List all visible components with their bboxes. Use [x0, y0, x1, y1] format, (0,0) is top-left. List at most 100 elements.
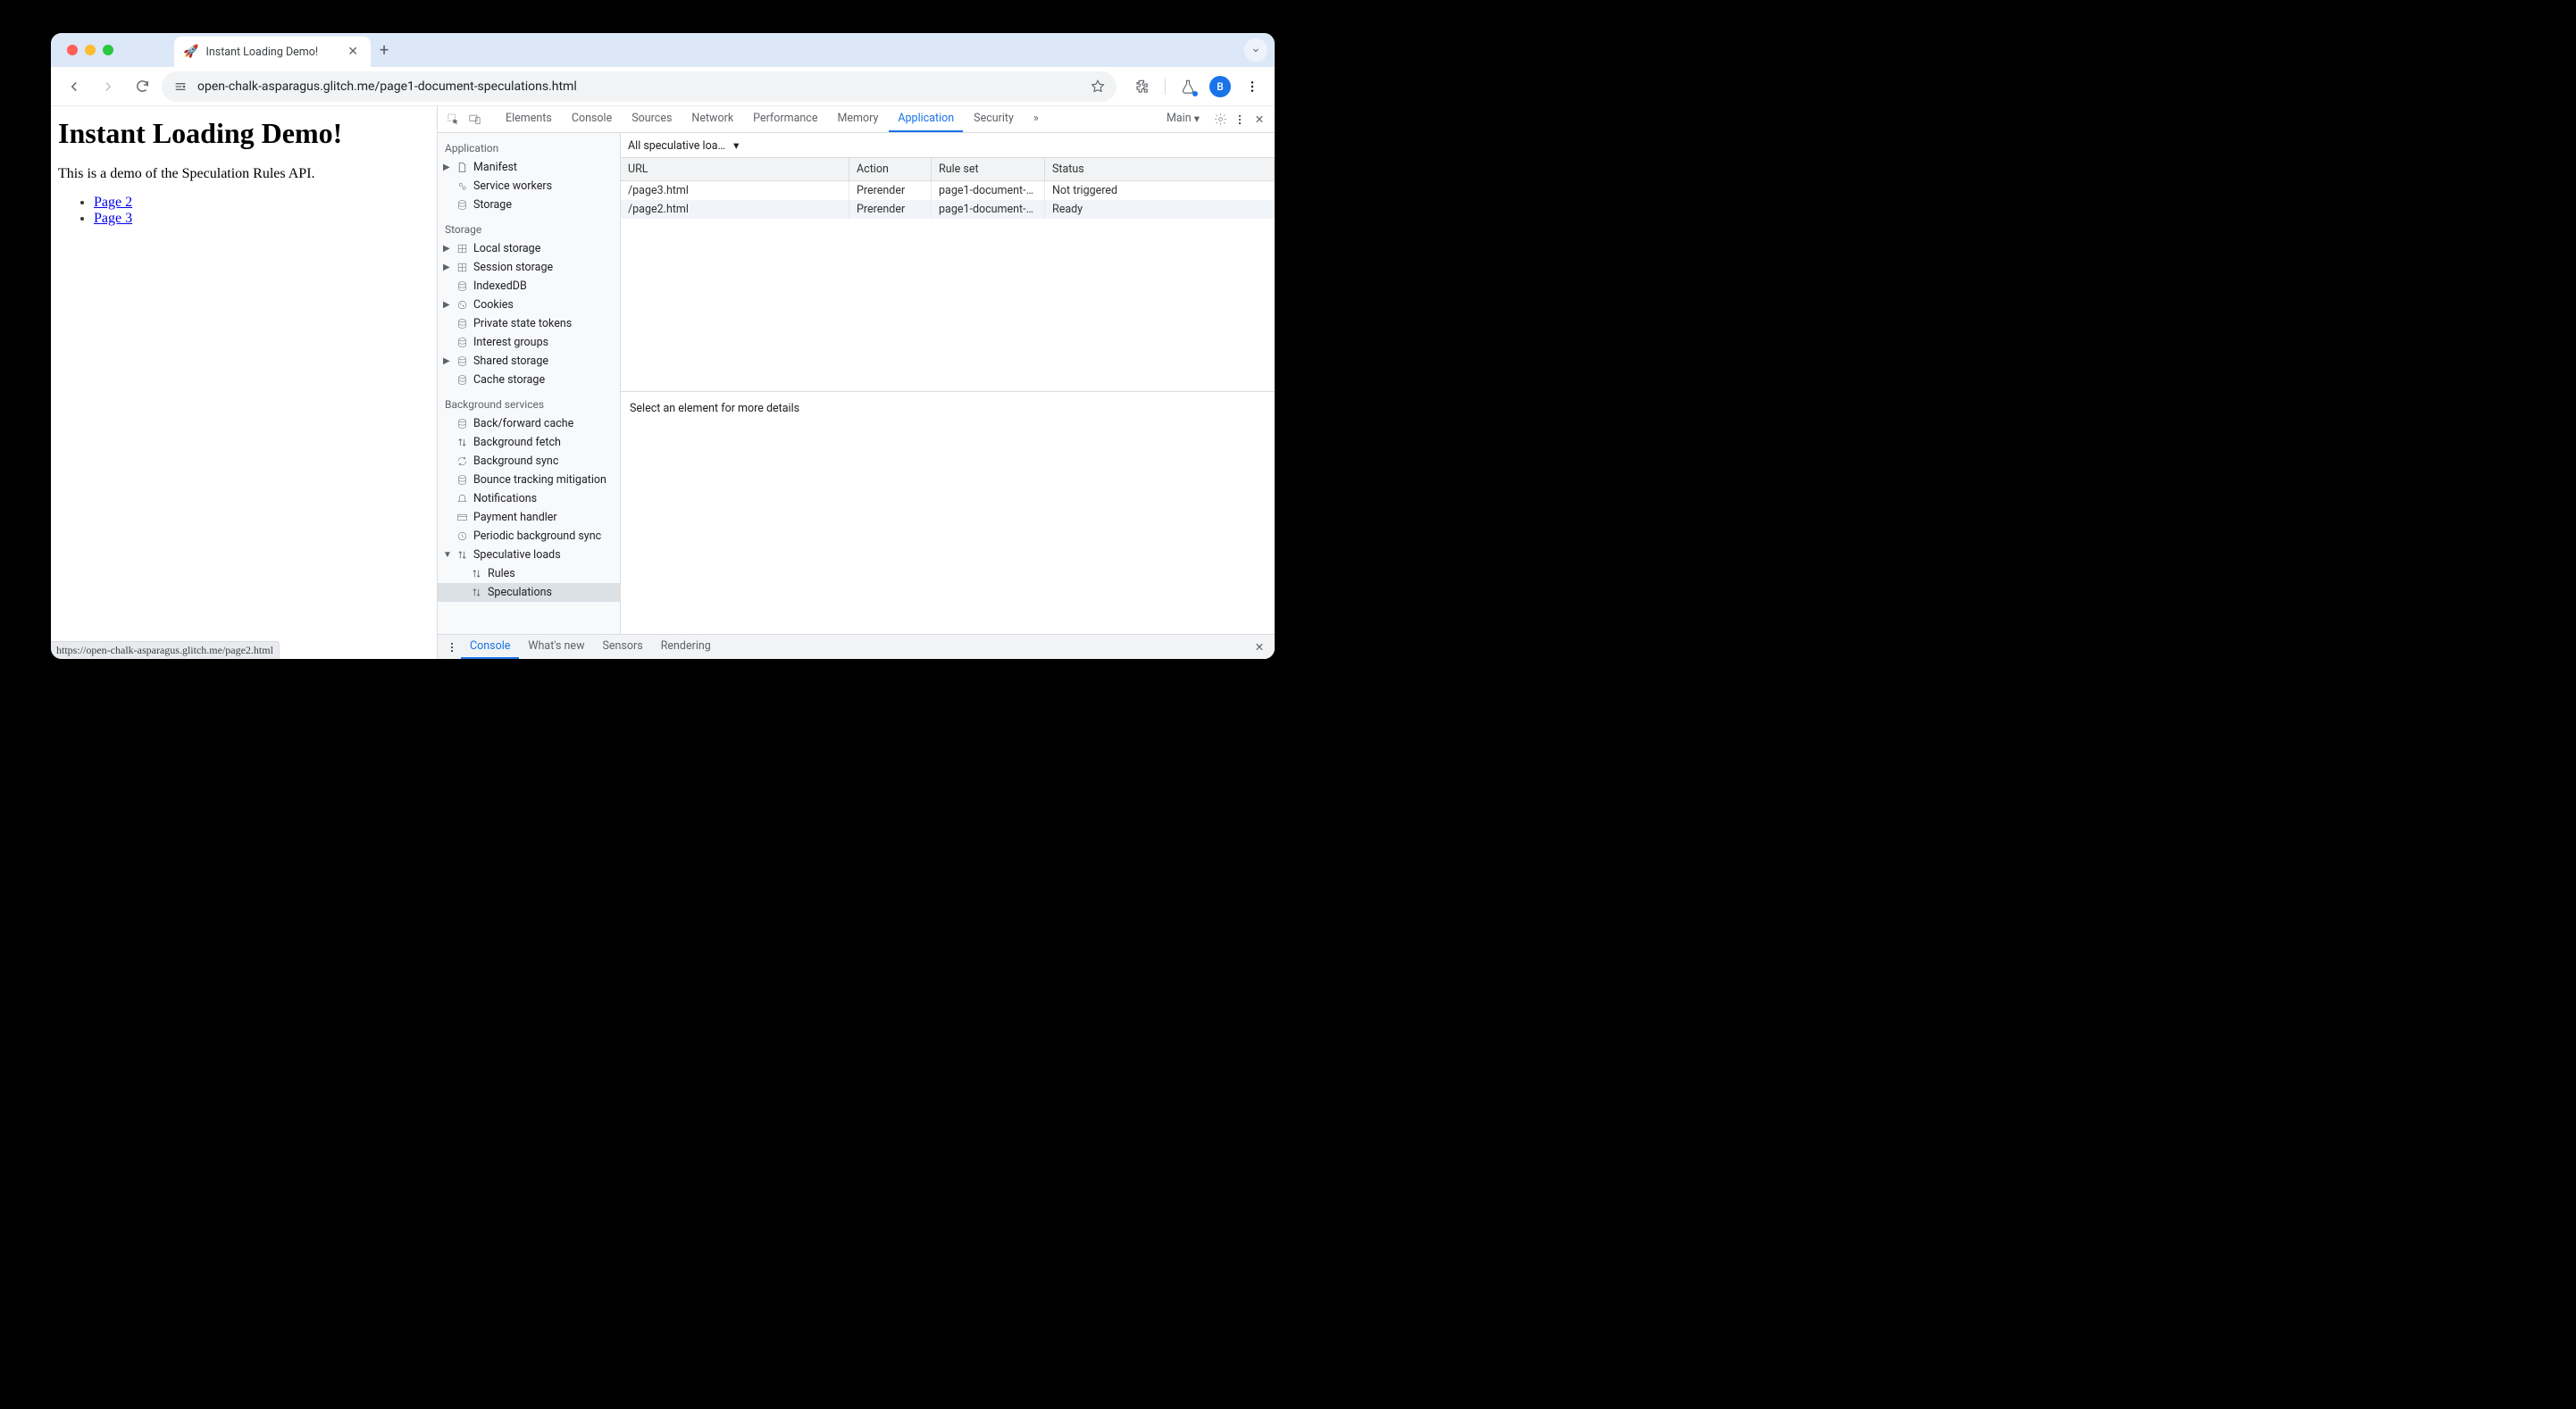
sidebar-item-label: Rules — [488, 567, 515, 580]
sidebar-item[interactable]: ▶Manifest — [438, 158, 620, 177]
page-link[interactable]: Page 3 — [94, 211, 132, 226]
devtools-tab-security[interactable]: Security — [965, 106, 1023, 132]
file-icon — [456, 162, 468, 173]
chevron-down-icon — [1250, 45, 1261, 55]
sidebar-item[interactable]: Storage — [438, 196, 620, 214]
devtools-tab-more[interactable]: » — [1025, 106, 1048, 132]
drawer-tab-whatsnew[interactable]: What's new — [519, 635, 593, 659]
page-link[interactable]: Page 2 — [94, 195, 132, 210]
sidebar-section-header: Application — [438, 138, 620, 158]
arrows-icon — [456, 437, 468, 448]
sidebar-item-label: Interest groups — [473, 336, 548, 349]
db-icon — [456, 337, 468, 348]
table-row[interactable]: /page2.html Prerender page1-document-… R… — [621, 200, 1275, 219]
site-info-icon[interactable] — [172, 79, 188, 95]
cell-ruleset: page1-document-… — [932, 200, 1045, 219]
content-row: Instant Loading Demo! This is a demo of … — [51, 106, 1275, 659]
sidebar-item[interactable]: Background sync — [438, 452, 620, 471]
sidebar-item-label: Notifications — [473, 492, 537, 505]
sidebar-item[interactable]: Private state tokens — [438, 314, 620, 333]
page-heading: Instant Loading Demo! — [58, 117, 430, 150]
forward-button[interactable] — [94, 72, 122, 101]
menu-button[interactable] — [1239, 73, 1266, 100]
db-icon — [456, 318, 468, 329]
sidebar-item[interactable]: ▼Speculative loads — [438, 546, 620, 564]
bell-icon — [456, 493, 468, 504]
drawer-tab-console[interactable]: Console — [461, 635, 519, 659]
drawer-close-button[interactable]: ✕ — [1250, 634, 1269, 660]
sidebar-item[interactable]: Back/forward cache — [438, 414, 620, 433]
close-window-button[interactable] — [67, 45, 78, 55]
sidebar-item[interactable]: Cache storage — [438, 371, 620, 389]
sidebar-item[interactable]: ▶Shared storage — [438, 352, 620, 371]
db-icon — [456, 280, 468, 292]
devtools-tab-memory[interactable]: Memory — [828, 106, 887, 132]
table-row[interactable]: /page3.html Prerender page1-document-… N… — [621, 181, 1275, 200]
toolbar-right: B — [1129, 73, 1266, 100]
col-header-url[interactable]: URL — [621, 158, 849, 180]
devtools-tab-sources[interactable]: Sources — [623, 106, 681, 132]
devtools-settings-button[interactable] — [1210, 106, 1230, 133]
extensions-button[interactable] — [1129, 73, 1156, 100]
back-button[interactable] — [60, 72, 88, 101]
col-header-ruleset[interactable]: Rule set — [932, 158, 1045, 180]
browser-tab[interactable]: 🚀 Instant Loading Demo! ✕ — [174, 37, 371, 67]
table-header: URL Action Rule set Status — [621, 158, 1275, 181]
drawer-tab-rendering[interactable]: Rendering — [652, 635, 720, 659]
sidebar-item[interactable]: Interest groups — [438, 333, 620, 352]
sidebar-item[interactable]: ▶Local storage — [438, 239, 620, 258]
devtools-tab-console[interactable]: Console — [563, 106, 621, 132]
profile-button[interactable]: B — [1207, 73, 1234, 100]
sidebar-item[interactable]: Speculations — [438, 583, 620, 602]
list-item: Page 3 — [94, 211, 430, 227]
sidebar-item[interactable]: Service workers — [438, 177, 620, 196]
cell-url: /page3.html — [621, 181, 849, 200]
sidebar-item[interactable]: Rules — [438, 564, 620, 583]
star-icon — [1090, 79, 1106, 95]
devtools-tab-elements[interactable]: Elements — [497, 106, 561, 132]
cell-url: /page2.html — [621, 200, 849, 219]
sidebar-item[interactable]: IndexedDB — [438, 277, 620, 296]
sidebar-item-label: Payment handler — [473, 511, 557, 524]
table-body: /page3.html Prerender page1-document-… N… — [621, 181, 1275, 392]
devtools-target-select[interactable]: Main ▾ — [1158, 106, 1209, 132]
devtools-menu-button[interactable] — [1232, 106, 1248, 133]
devtools-tab-network[interactable]: Network — [682, 106, 742, 132]
sidebar-item[interactable]: Periodic background sync — [438, 527, 620, 546]
sidebar-item[interactable]: Bounce tracking mitigation — [438, 471, 620, 489]
reload-button[interactable] — [128, 72, 156, 101]
drawer-menu-button[interactable] — [443, 634, 461, 660]
minimize-window-button[interactable] — [85, 45, 96, 55]
address-bar[interactable]: open-chalk-asparagus.glitch.me/page1-doc… — [162, 71, 1117, 102]
cookie-icon — [456, 299, 468, 311]
new-tab-button[interactable]: + — [380, 41, 389, 60]
close-tab-icon[interactable]: ✕ — [344, 45, 362, 59]
tab-search-button[interactable] — [1244, 38, 1267, 62]
inspect-element-button[interactable] — [443, 106, 463, 133]
sidebar-item[interactable]: Notifications — [438, 489, 620, 508]
devtools-tab-application[interactable]: Application — [889, 106, 963, 132]
col-header-action[interactable]: Action — [849, 158, 932, 180]
sidebar-item-label: Session storage — [473, 261, 553, 274]
kebab-icon — [446, 641, 458, 654]
sidebar-item-label: Cookies — [473, 298, 514, 312]
devtools-close-button[interactable]: ✕ — [1250, 106, 1269, 133]
sidebar-item[interactable]: Payment handler — [438, 508, 620, 527]
db-icon — [456, 474, 468, 486]
device-toggle-button[interactable] — [464, 106, 484, 133]
devtools-tab-performance[interactable]: Performance — [744, 106, 826, 132]
sidebar-item[interactable]: ▶Cookies — [438, 296, 620, 314]
drawer-tab-sensors[interactable]: Sensors — [593, 635, 651, 659]
sidebar-item-label: IndexedDB — [473, 279, 527, 293]
filter-select[interactable]: All speculative loa… ▾ — [628, 138, 739, 153]
sidebar-item[interactable]: Background fetch — [438, 433, 620, 452]
arrow-right-icon — [100, 79, 116, 95]
window-controls — [67, 45, 113, 55]
maximize-window-button[interactable] — [103, 45, 113, 55]
labs-button[interactable] — [1175, 73, 1201, 100]
sidebar-item-label: Bounce tracking mitigation — [473, 473, 606, 487]
sidebar-item-label: Private state tokens — [473, 317, 572, 330]
bookmark-button[interactable] — [1090, 79, 1106, 95]
sidebar-item[interactable]: ▶Session storage — [438, 258, 620, 277]
col-header-status[interactable]: Status — [1045, 158, 1275, 180]
